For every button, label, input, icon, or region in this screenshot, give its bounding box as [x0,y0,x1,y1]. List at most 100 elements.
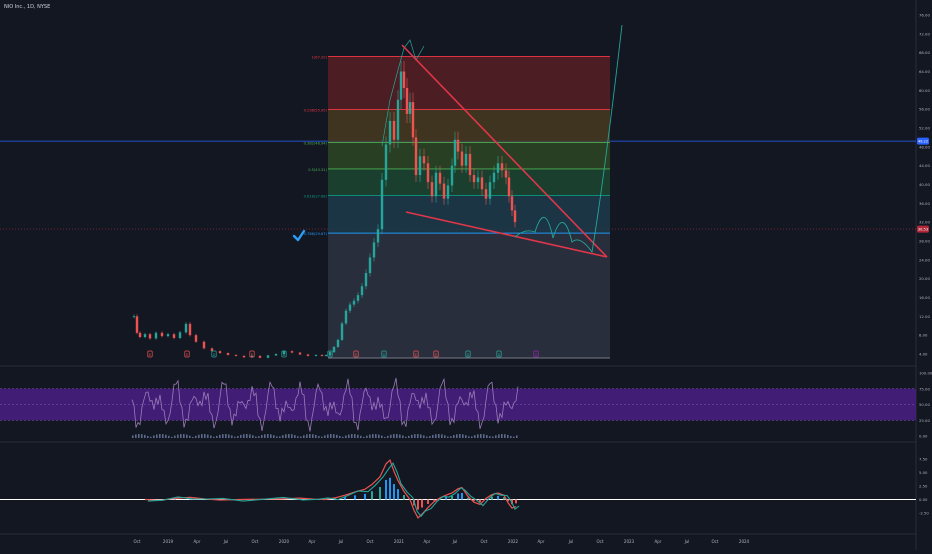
candle-body[interactable] [167,334,169,336]
candle-body[interactable] [203,342,205,349]
macd-signal-line[interactable] [148,463,519,516]
candle-body[interactable] [501,163,503,170]
candle-body[interactable] [349,305,351,311]
price-axis-label: 44.00 [919,163,930,168]
candle-body[interactable] [155,333,157,339]
candle-body[interactable] [361,286,363,295]
candle-body[interactable] [365,273,367,286]
candle-body[interactable] [149,334,151,338]
chart-canvas[interactable]: 1(67.20)0.236(55.95)0.382(48.94)0.5(43.3… [0,0,932,550]
candle-body[interactable] [321,355,323,356]
candle-body[interactable] [431,182,433,196]
candle-body[interactable] [291,351,293,352]
candle-body[interactable] [423,156,425,163]
candle-body[interactable] [195,335,197,342]
candle-body[interactable] [341,323,343,339]
candle-body[interactable] [243,356,245,357]
candle-body[interactable] [477,177,479,182]
candle-body[interactable] [485,189,487,198]
candle-body[interactable] [315,355,317,356]
candle-body[interactable] [397,100,399,140]
macd-histogram-bar [427,500,429,504]
candle-body[interactable] [307,354,309,355]
candle-body[interactable] [451,166,453,186]
event-marker-label: D [329,353,332,357]
price-axis-label: 52.00 [919,126,930,131]
candle-body[interactable] [139,333,141,337]
candle-body[interactable] [469,154,471,175]
candle-body[interactable] [493,173,495,182]
candle-body[interactable] [381,180,383,229]
candle-body[interactable] [227,353,229,355]
candle-body[interactable] [514,210,516,222]
candle-body[interactable] [235,355,237,356]
candle-body[interactable] [473,175,475,182]
volume-bar [291,434,293,438]
candle-body[interactable] [419,156,421,175]
candle-body[interactable] [389,121,391,145]
candle-body[interactable] [173,334,175,338]
candle-body[interactable] [481,177,483,189]
candle-body[interactable] [393,121,395,140]
tradingview-chart[interactable]: NIO Inc., 1D, NYSE 1(67.20)0.236(55.95)0… [0,0,932,550]
candle-body[interactable] [185,324,187,332]
candle-body[interactable] [505,170,507,177]
candle-body[interactable] [461,152,463,166]
candle-body[interactable] [369,257,371,273]
price-axis[interactable]: 76.0072.0068.0064.0060.0056.0052.0048.00… [917,13,930,357]
candle-body[interactable] [133,316,135,317]
time-axis[interactable]: Oct2019AprJulOct2020AprJulOct2021AprJulO… [134,539,750,544]
check-mark-icon[interactable] [294,231,304,240]
volume-bar [213,437,215,438]
candle-body[interactable] [427,163,429,182]
candle-body[interactable] [508,177,510,196]
volume-bar [501,434,503,438]
candle-body[interactable] [403,72,405,88]
candle-body[interactable] [447,185,449,198]
candle-body[interactable] [259,356,261,358]
candle-body[interactable] [465,154,467,166]
candle-body[interactable] [179,332,181,338]
volume-bar [240,435,242,438]
candle-body[interactable] [457,140,459,152]
candle-body[interactable] [144,334,146,337]
symbol-title[interactable]: NIO Inc., 1D, NYSE [4,4,50,10]
candle-body[interactable] [454,140,456,166]
candle-body[interactable] [443,184,445,199]
candle-body[interactable] [373,242,375,257]
volume-bar [288,434,290,438]
candle-body[interactable] [219,351,221,353]
rsi-axis[interactable]: 100.0075.0050.0025.000.00 [919,371,932,439]
macd-pane[interactable] [0,460,916,518]
candle-body[interactable] [357,295,359,301]
volume-bar [372,434,374,438]
candle-body[interactable] [136,316,138,332]
candle-body[interactable] [267,355,269,357]
candle-body[interactable] [497,163,499,172]
candle-body[interactable] [489,182,491,198]
candle-body[interactable] [333,347,335,352]
candle-body[interactable] [161,333,163,336]
macd-axis[interactable]: 7.505.002.500.00-2.50 [919,457,929,516]
candle-body[interactable] [345,311,347,324]
event-marker-label: D [383,353,386,357]
candle-body[interactable] [409,102,411,114]
candle-body[interactable] [337,340,339,347]
candle-body[interactable] [406,88,408,114]
candle-body[interactable] [511,196,513,210]
candle-body[interactable] [189,324,191,335]
candle-body[interactable] [400,72,402,100]
candle-body[interactable] [377,229,379,242]
candle-body[interactable] [353,301,355,305]
candle-body[interactable] [325,355,327,356]
volume-bar [300,436,302,438]
candle-body[interactable] [439,173,441,184]
candle-body[interactable] [299,353,301,355]
candle-body[interactable] [412,102,414,137]
rsi-pane[interactable] [0,378,916,438]
volume-bar [270,434,272,438]
candle-body[interactable] [415,137,417,175]
candle-body[interactable] [435,173,437,197]
candle-body[interactable] [385,144,387,179]
candle-body[interactable] [275,354,277,355]
